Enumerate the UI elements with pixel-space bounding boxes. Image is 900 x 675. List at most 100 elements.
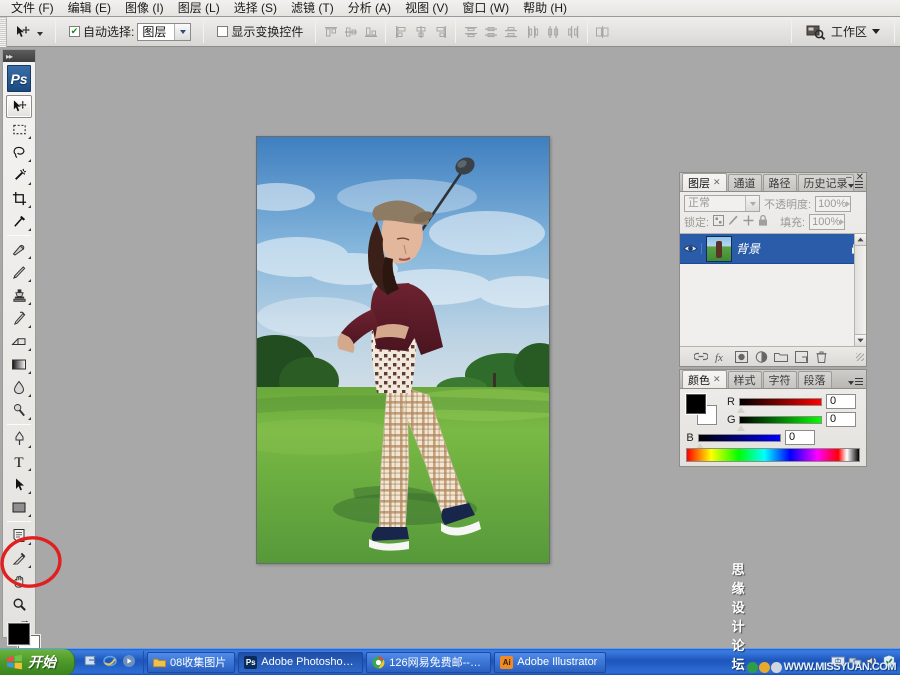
layer-style-fx-icon[interactable]: fx	[714, 350, 728, 364]
color-panel-foreground-swatch[interactable]	[686, 394, 706, 414]
panel-menu-icon[interactable]	[848, 378, 863, 387]
menu-edit[interactable]: 编辑 (E)	[61, 0, 118, 16]
fill-field[interactable]: 100%	[809, 214, 845, 230]
tool-pen[interactable]	[6, 427, 32, 450]
align-horizontal-centers-icon[interactable]	[411, 22, 430, 41]
ie-browser-icon[interactable]	[103, 654, 117, 671]
volume-icon[interactable]	[865, 654, 879, 671]
menu-analysis[interactable]: 分析 (A)	[341, 0, 398, 16]
blend-mode-dropdown[interactable]: 正常	[684, 195, 760, 212]
color-ramp[interactable]	[686, 448, 860, 462]
link-layers-icon[interactable]	[694, 350, 708, 364]
opacity-field[interactable]: 100%	[815, 196, 851, 212]
menu-help[interactable]: 帮助 (H)	[516, 0, 574, 16]
lock-image-icon[interactable]	[728, 215, 739, 229]
slider-knob-icon[interactable]	[737, 425, 745, 431]
tool-brush[interactable]	[6, 261, 32, 284]
menu-file[interactable]: 文件 (F)	[4, 0, 61, 16]
new-group-icon[interactable]	[774, 350, 788, 364]
menu-select[interactable]: 选择 (S)	[227, 0, 284, 16]
lock-all-icon[interactable]	[758, 215, 768, 229]
toolbox-collapse-bar[interactable]: ▸▸	[3, 50, 35, 62]
green-value-field[interactable]: 0	[826, 412, 856, 427]
media-player-icon[interactable]	[122, 654, 136, 671]
foreground-color-swatch[interactable]	[8, 623, 30, 645]
align-left-edges-icon[interactable]	[391, 22, 410, 41]
tool-rectangular-marquee[interactable]	[6, 118, 32, 141]
layer-name[interactable]: 背景	[736, 240, 846, 257]
tab-paragraph[interactable]: 段落	[798, 371, 832, 388]
tool-lasso[interactable]	[6, 141, 32, 164]
lock-position-icon[interactable]	[743, 215, 754, 229]
delete-layer-icon[interactable]	[814, 350, 828, 364]
input-method-icon[interactable]: 中	[831, 654, 845, 671]
red-value-field[interactable]: 0	[826, 394, 856, 409]
distribute-vertical-centers-icon[interactable]	[481, 22, 500, 41]
panel-resize-grip[interactable]	[856, 353, 864, 361]
scroll-up-icon[interactable]	[855, 234, 866, 246]
start-button[interactable]: 开始	[0, 649, 75, 675]
distribute-horizontal-centers-icon[interactable]	[543, 22, 562, 41]
network-icon[interactable]	[848, 654, 862, 671]
new-layer-icon[interactable]	[794, 350, 808, 364]
blue-value-field[interactable]: 0	[785, 430, 815, 445]
distribute-top-edges-icon[interactable]	[461, 22, 480, 41]
tab-color[interactable]: 颜色 ✕	[682, 370, 727, 388]
tool-path-selection[interactable]	[6, 473, 32, 496]
distribute-bottom-edges-icon[interactable]	[501, 22, 520, 41]
eye-icon[interactable]	[680, 243, 702, 254]
table-row[interactable]: 背景	[680, 234, 866, 264]
menu-window[interactable]: 窗口 (W)	[455, 0, 516, 16]
tab-character[interactable]: 字符	[763, 371, 797, 388]
blue-slider[interactable]	[698, 434, 781, 442]
tool-rectangle-shape[interactable]	[6, 496, 32, 519]
auto-align-layers-icon[interactable]	[593, 22, 612, 41]
tab-paths[interactable]: 路径	[763, 174, 797, 191]
close-icon[interactable]: ✕	[713, 374, 721, 385]
tool-crop[interactable]	[6, 187, 32, 210]
show-desktop-icon[interactable]	[84, 654, 98, 671]
tool-slice[interactable]	[6, 210, 32, 233]
tool-type[interactable]: T	[6, 450, 32, 473]
tool-healing-brush[interactable]	[6, 238, 32, 261]
tab-styles[interactable]: 样式	[728, 371, 762, 388]
workspace-switcher[interactable]: 工作区	[797, 17, 889, 47]
auto-select-checkbox[interactable]	[69, 26, 80, 37]
layer-list-scrollbar[interactable]	[854, 234, 866, 346]
tool-eraser[interactable]	[6, 330, 32, 353]
tool-zoom[interactable]	[6, 593, 32, 616]
align-top-edges-icon[interactable]	[321, 22, 340, 41]
current-tool-preset[interactable]	[7, 17, 50, 47]
taskbar-item-browser[interactable]: 126网易免费邮--你...	[366, 652, 491, 673]
menu-layer[interactable]: 图层 (L)	[171, 0, 227, 16]
panel-menu-icon[interactable]	[848, 181, 863, 190]
tool-move[interactable]	[6, 95, 32, 118]
add-layer-mask-icon[interactable]	[734, 350, 748, 364]
show-transform-controls-checkbox[interactable]	[217, 26, 228, 37]
new-adjustment-layer-icon[interactable]	[754, 350, 768, 364]
tab-layers[interactable]: 图层 ✕	[682, 173, 727, 191]
menu-filter[interactable]: 滤镜 (T)	[284, 0, 341, 16]
align-vertical-centers-icon[interactable]	[341, 22, 360, 41]
taskbar-item-folder[interactable]: 08收集图片	[147, 652, 235, 673]
green-slider[interactable]	[739, 416, 822, 424]
menu-image[interactable]: 图像 (I)	[118, 0, 171, 16]
lock-pixels-icon[interactable]	[713, 215, 724, 229]
layer-thumbnail[interactable]	[706, 236, 732, 262]
taskbar-item-photoshop[interactable]: Ps Adobe Photoshop C...	[238, 652, 363, 673]
auto-select-target-dropdown[interactable]: 图层	[137, 23, 191, 41]
menu-view[interactable]: 视图 (V)	[398, 0, 455, 16]
close-icon[interactable]: ✕	[713, 177, 721, 188]
tool-magic-wand[interactable]	[6, 164, 32, 187]
align-right-edges-icon[interactable]	[431, 22, 450, 41]
tool-dodge[interactable]	[6, 399, 32, 422]
red-slider[interactable]	[739, 398, 822, 406]
tool-eyedropper[interactable]	[6, 547, 32, 570]
align-bottom-edges-icon[interactable]	[361, 22, 380, 41]
options-bar-grip[interactable]	[0, 17, 7, 47]
distribute-right-edges-icon[interactable]	[563, 22, 582, 41]
tab-channels[interactable]: 通道	[728, 174, 762, 191]
distribute-left-edges-icon[interactable]	[523, 22, 542, 41]
taskbar-item-illustrator[interactable]: Ai Adobe Illustrator	[494, 652, 606, 673]
document-canvas[interactable]	[256, 136, 550, 564]
